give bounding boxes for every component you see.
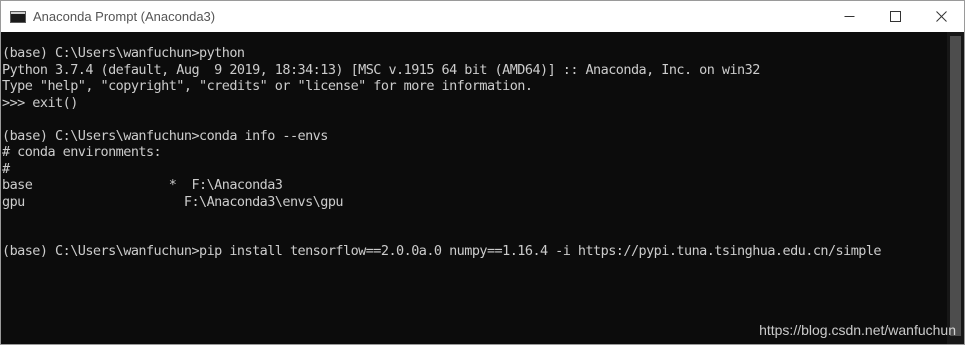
terminal-line: (base) C:\Users\wanfuchun>conda info --e… [2,127,328,144]
terminal-line: (base) C:\Users\wanfuchun>pip install te… [2,243,882,259]
terminal-line: # [2,160,10,177]
terminal-line: (base) C:\Users\wanfuchun>python [2,45,245,61]
terminal-line: Python 3.7.4 (default, Aug 9 2019, 18:34… [2,61,760,78]
maximize-icon [889,11,901,22]
watermark: https://blog.csdn.net/wanfuchun [759,322,956,338]
terminal-output[interactable]: (base) C:\Users\wanfuchun>python Python 3… [2,45,942,260]
close-icon [935,11,947,22]
window-controls [826,1,964,32]
vertical-scrollbar[interactable] [947,32,964,344]
scrollbar-thumb[interactable] [950,36,961,336]
minimize-icon [844,16,854,17]
maximize-button[interactable] [872,1,918,32]
terminal-line: gpu F:\Anaconda3\envs\gpu [2,193,344,210]
minimize-button[interactable] [826,1,872,32]
console-window: Anaconda Prompt (Anaconda3) (base) C:\Us… [0,0,965,345]
close-button[interactable] [918,1,964,32]
terminal-line: # conda environments: [2,144,162,160]
terminal-line: >>> exit() [2,94,78,111]
terminal-line: Type "help", "copyright", "credits" or "… [2,78,533,94]
window-title: Anaconda Prompt (Anaconda3) [33,9,216,24]
title-bar[interactable]: Anaconda Prompt (Anaconda3) [1,1,964,32]
console-icon [10,10,26,23]
terminal-line: base * F:\Anaconda3 [2,177,283,193]
